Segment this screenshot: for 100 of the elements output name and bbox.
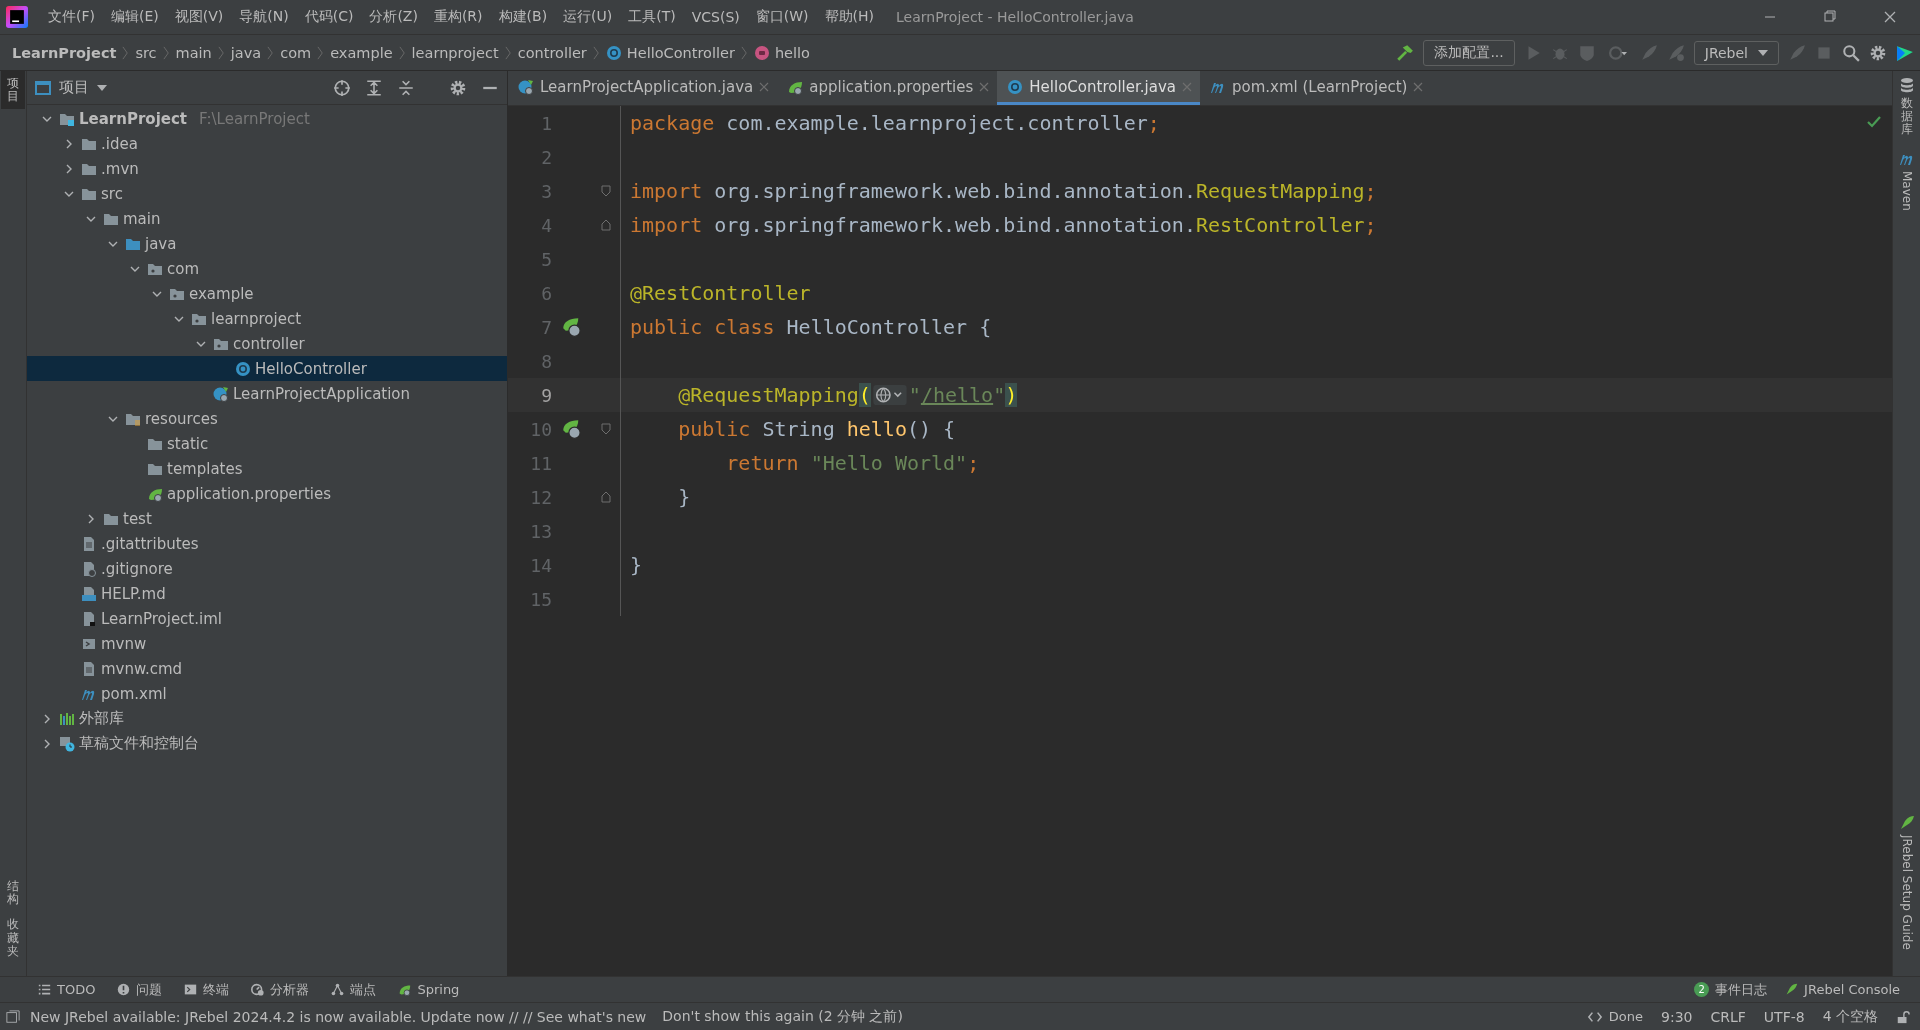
status-item[interactable]: CRLF (1710, 1008, 1746, 1025)
status-item[interactable]: UTF-8 (1763, 1008, 1805, 1025)
editor-tab[interactable]: pom.xml (LearnProject) (1199, 71, 1432, 105)
tree-item[interactable]: com (27, 256, 507, 281)
editor-tab[interactable]: application.properties (777, 71, 998, 105)
breadcrumb[interactable]: java (230, 44, 262, 61)
tree-item[interactable]: static (27, 431, 507, 456)
tree-item[interactable]: LearnProjectApplication (27, 381, 507, 406)
bean-icon[interactable] (562, 317, 582, 337)
menu-item[interactable]: VCS(S) (683, 9, 748, 25)
expand-all-icon[interactable] (365, 78, 383, 97)
menu-item[interactable]: 编辑(E) (103, 8, 167, 26)
menu-item[interactable]: 工具(T) (620, 8, 684, 26)
editor-tab[interactable]: LearnProjectApplication.java (508, 71, 778, 105)
tree-item[interactable]: java (27, 231, 507, 256)
breadcrumb[interactable]: example (330, 44, 393, 61)
collapse-all-icon[interactable] (397, 78, 415, 97)
tree-item[interactable]: .gitignore (27, 556, 507, 581)
line-number: 1 (540, 112, 552, 134)
tool-window-button[interactable]: 终端 (184, 980, 230, 999)
menu-item[interactable]: 重构(R) (425, 8, 491, 26)
tree-item[interactable]: pom.xml (27, 681, 507, 706)
code-text: return "Hello World"; (725, 451, 980, 475)
panel-title[interactable]: 项目 (59, 78, 89, 97)
status-item[interactable]: Done (1586, 1009, 1643, 1024)
breadcrumb[interactable]: learnproject (411, 44, 499, 61)
menu-item[interactable]: 窗口(W) (747, 8, 817, 26)
breadcrumb[interactable]: com (280, 44, 312, 61)
fold-icon[interactable] (600, 423, 612, 435)
tree-item[interactable]: test (27, 506, 507, 531)
tool-window-button[interactable]: JRebel Console (1785, 980, 1900, 999)
menu-item[interactable]: 代码(C) (296, 8, 362, 26)
editor-tab[interactable]: HelloController.java (997, 71, 1200, 105)
tool-window-button[interactable]: TODO (38, 982, 96, 997)
tool-window-button[interactable]: 问题 (117, 980, 163, 999)
tool-window-tab[interactable]: 收藏夹 (1, 912, 25, 964)
add-configuration-button[interactable]: 添加配置... (1423, 39, 1515, 66)
tree-item[interactable]: example (27, 281, 507, 306)
tree-item[interactable]: LearnProject F:\LearnProject (27, 106, 507, 131)
menu-item[interactable]: 视图(V) (166, 8, 232, 26)
fold-icon[interactable] (600, 491, 612, 503)
breadcrumb[interactable]: HelloController (605, 44, 735, 61)
tree-item[interactable]: mvnw.cmd (27, 656, 507, 681)
menu-item[interactable]: 文件(F) (40, 8, 103, 26)
tree-item[interactable]: .idea (27, 131, 507, 156)
tool-window-tab[interactable]: JRebel Setup Guide (1899, 835, 1914, 950)
line-number: 12 (529, 486, 552, 508)
tool-window-tab[interactable]: 数据库 (1900, 97, 1913, 137)
tool-window-tab[interactable]: 项目 (1, 71, 25, 110)
settings-icon[interactable] (449, 78, 467, 97)
jrebel-dropdown[interactable]: JRebel (1693, 40, 1779, 65)
tree-item[interactable]: .mvn (27, 156, 507, 181)
panel-toggle-icon[interactable] (6, 1009, 20, 1024)
fold-icon[interactable] (600, 185, 612, 197)
lock-icon[interactable] (1896, 1009, 1910, 1024)
code-text: } (677, 485, 691, 509)
settings-icon[interactable] (1869, 43, 1887, 62)
tree-item[interactable]: application.properties (27, 481, 507, 506)
line-number: 15 (529, 588, 552, 610)
caret-icon[interactable] (97, 84, 107, 91)
tree-item[interactable]: templates (27, 456, 507, 481)
tool-window-tab[interactable]: 结构 (1, 874, 25, 913)
tree-item[interactable]: resources (27, 406, 507, 431)
bean-icon[interactable] (562, 419, 582, 439)
menu-item[interactable]: 分析(Z) (361, 8, 426, 26)
tool-window-tab[interactable]: Maven (1899, 170, 1914, 211)
breadcrumb[interactable]: src (135, 44, 157, 61)
breadcrumb[interactable]: LearnProject (12, 44, 117, 61)
tree-item[interactable]: LearnProject.iml (27, 606, 507, 631)
breadcrumb[interactable]: main (175, 44, 212, 61)
menu-item[interactable]: 导航(N) (231, 8, 297, 26)
tool-window-button[interactable]: Spring (398, 982, 460, 997)
menu-item[interactable]: 构建(B) (490, 8, 556, 26)
tree-item[interactable]: main (27, 206, 507, 231)
tree-item[interactable]: src (27, 181, 507, 206)
target-icon[interactable] (333, 78, 351, 97)
breadcrumb[interactable]: controller (517, 44, 587, 61)
hammer-icon[interactable] (1396, 43, 1415, 62)
tree-item[interactable]: .gitattributes (27, 531, 507, 556)
status-item[interactable]: 9:30 (1661, 1008, 1693, 1025)
tree-item[interactable]: controller (27, 331, 507, 356)
status-item[interactable]: 4 个空格 (1822, 1007, 1878, 1026)
menu-item[interactable]: 运行(U) (555, 8, 621, 26)
menu-item[interactable]: 帮助(H) (816, 8, 883, 26)
search-icon[interactable] (1842, 43, 1860, 62)
tree-item[interactable]: learnproject (27, 306, 507, 331)
tool-window-button[interactable]: 端点 (331, 980, 377, 999)
plugin-logo-icon[interactable] (1896, 43, 1914, 62)
tree-item[interactable]: 外部库 (27, 706, 507, 731)
globe-dropdown-icon[interactable] (872, 385, 907, 405)
tree-item[interactable]: 草稿文件和控制台 (27, 731, 507, 756)
tool-window-button[interactable]: 分析器 (251, 980, 310, 999)
separator-icon (317, 44, 325, 61)
breadcrumb[interactable]: hello (753, 44, 810, 61)
fold-icon[interactable] (600, 219, 612, 231)
tree-item[interactable]: mvnw (27, 631, 507, 656)
tree-item[interactable]: HELP.md (27, 581, 507, 606)
tree-item[interactable]: HelloController (27, 356, 507, 381)
dismiss-link[interactable]: Don't show this again (2 分钟 之前) (662, 1007, 903, 1026)
tool-window-button[interactable]: 2 事件日志 (1694, 980, 1768, 999)
